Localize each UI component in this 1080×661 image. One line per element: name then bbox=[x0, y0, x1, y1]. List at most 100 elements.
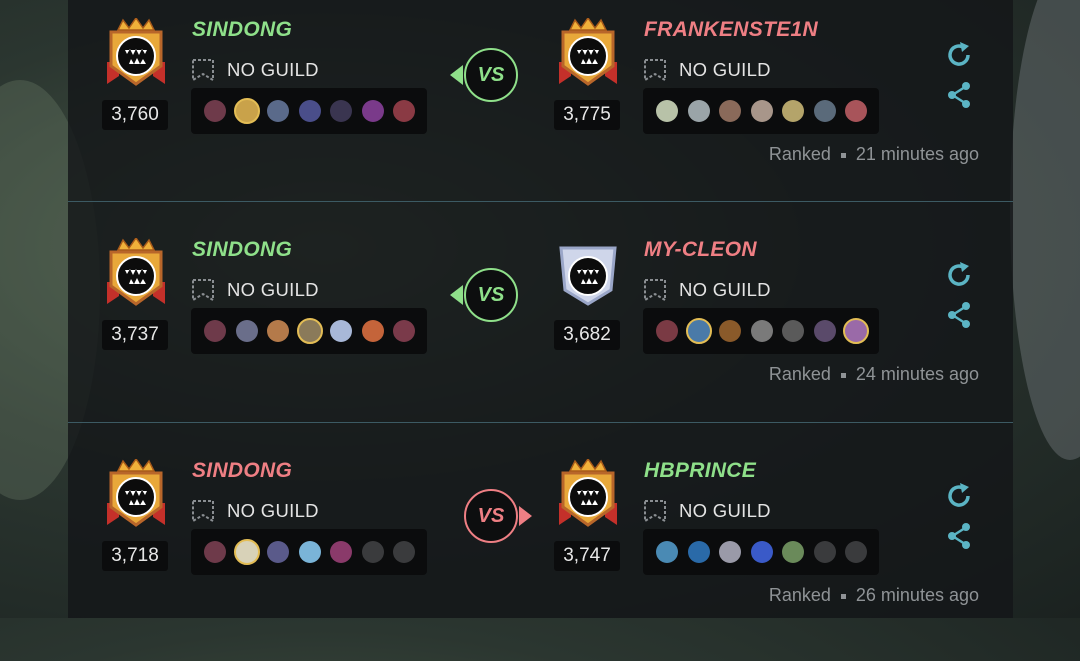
unit-card-icon[interactable] bbox=[687, 100, 710, 122]
player-name[interactable]: SINDONG bbox=[192, 18, 292, 42]
battle-row: 3,737 SINDONG NO GUILD 3,682 MY-CLEON NO GUIL… bbox=[68, 220, 1013, 440]
vs-indicator: VS bbox=[464, 48, 518, 102]
unit-card-icon[interactable] bbox=[687, 541, 710, 563]
unit-card-icon[interactable] bbox=[235, 320, 258, 342]
battle-row: 3,760 SINDONG NO GUILD 3,775 FRANKENSTE1N NO … bbox=[68, 0, 1013, 220]
replay-icon[interactable] bbox=[944, 40, 974, 70]
separator-dot bbox=[840, 152, 846, 158]
player-rating: 3,737 bbox=[102, 320, 168, 350]
guild-name: NO GUILD bbox=[227, 279, 319, 300]
unit-card-icon[interactable] bbox=[750, 320, 773, 342]
winner-arrow-icon bbox=[450, 65, 463, 85]
player-name[interactable]: MY-CLEON bbox=[644, 238, 757, 262]
player-name[interactable]: SINDONG bbox=[192, 459, 292, 483]
player-name[interactable]: FRANKENSTE1N bbox=[644, 18, 818, 42]
unit-card-icon[interactable] bbox=[267, 320, 289, 342]
unit-card-icon[interactable] bbox=[361, 100, 384, 122]
unit-card-icon[interactable] bbox=[719, 320, 741, 342]
unit-card-icon[interactable] bbox=[782, 100, 804, 122]
unit-card-icon[interactable] bbox=[782, 320, 804, 342]
unit-card-icon[interactable] bbox=[813, 320, 836, 342]
league-badge-icon bbox=[101, 18, 171, 88]
unit-card-icon[interactable] bbox=[298, 541, 321, 563]
guild-banner-icon bbox=[643, 58, 667, 82]
unit-card-icon[interactable] bbox=[845, 100, 867, 122]
share-icon[interactable] bbox=[944, 80, 974, 110]
replay-icon[interactable] bbox=[944, 481, 974, 511]
unit-card-icon[interactable] bbox=[330, 100, 352, 122]
player-guild: NO GUILD bbox=[643, 277, 771, 303]
vs-indicator: VS bbox=[464, 268, 518, 322]
battle-meta: Ranked 26 minutes ago bbox=[769, 585, 979, 606]
battle-meta: Ranked 24 minutes ago bbox=[769, 364, 979, 385]
player-name[interactable]: SINDONG bbox=[192, 238, 292, 262]
player-rating: 3,760 bbox=[102, 100, 168, 130]
player-guild: NO GUILD bbox=[191, 277, 319, 303]
unit-card-icon[interactable] bbox=[361, 320, 384, 342]
unit-card-icon[interactable] bbox=[782, 541, 804, 563]
unit-card-icon[interactable] bbox=[393, 320, 415, 342]
team-lineup[interactable] bbox=[643, 88, 879, 134]
unit-card-icon[interactable] bbox=[204, 320, 226, 342]
unit-card-icon[interactable] bbox=[656, 541, 678, 563]
team-lineup[interactable] bbox=[191, 88, 427, 134]
guild-banner-icon bbox=[191, 278, 215, 302]
battle-time: 26 minutes ago bbox=[855, 585, 979, 605]
separator-dot bbox=[840, 593, 846, 599]
battle-mode: Ranked bbox=[768, 585, 831, 605]
unit-card-icon[interactable] bbox=[719, 541, 741, 563]
vs-indicator: VS bbox=[464, 489, 518, 543]
league-badge-icon bbox=[101, 238, 171, 308]
player-name[interactable]: HBPRINCE bbox=[644, 459, 756, 483]
unit-card-icon[interactable] bbox=[750, 100, 773, 122]
league-badge-icon bbox=[553, 18, 623, 88]
guild-name: NO GUILD bbox=[679, 279, 771, 300]
unit-card-icon[interactable] bbox=[656, 100, 678, 122]
empty-unit-slot bbox=[845, 541, 867, 563]
empty-unit-slot bbox=[393, 541, 415, 563]
team-lineup[interactable] bbox=[643, 308, 879, 354]
player-guild: NO GUILD bbox=[191, 498, 319, 524]
player-rating: 3,747 bbox=[554, 541, 620, 571]
player-guild: NO GUILD bbox=[191, 57, 319, 83]
unit-card-icon[interactable] bbox=[204, 541, 226, 563]
unit-card-icon[interactable] bbox=[330, 541, 352, 563]
guild-banner-icon bbox=[643, 499, 667, 523]
guild-name: NO GUILD bbox=[227, 500, 319, 521]
battle-time: 24 minutes ago bbox=[855, 364, 979, 384]
battle-mode: Ranked bbox=[768, 144, 831, 164]
unit-card-icon[interactable] bbox=[813, 100, 836, 122]
team-lineup[interactable] bbox=[643, 529, 879, 575]
share-icon[interactable] bbox=[944, 521, 974, 551]
unit-card-icon[interactable] bbox=[750, 541, 773, 563]
guild-banner-icon bbox=[191, 58, 215, 82]
unit-card-icon[interactable] bbox=[233, 98, 260, 124]
team-lineup[interactable] bbox=[191, 308, 427, 354]
unit-card-icon[interactable] bbox=[685, 318, 712, 344]
share-icon[interactable] bbox=[944, 300, 974, 330]
guild-name: NO GUILD bbox=[679, 500, 771, 521]
empty-unit-slot bbox=[361, 541, 384, 563]
unit-card-icon[interactable] bbox=[204, 100, 226, 122]
replay-icon[interactable] bbox=[944, 260, 974, 290]
winner-arrow-icon bbox=[450, 285, 463, 305]
guild-banner-icon bbox=[191, 499, 215, 523]
battle-time: 21 minutes ago bbox=[855, 144, 979, 164]
unit-card-icon[interactable] bbox=[656, 320, 678, 342]
background-rock bbox=[1010, 0, 1080, 460]
battle-mode: Ranked bbox=[768, 364, 831, 384]
unit-card-icon[interactable] bbox=[843, 318, 869, 344]
player-rating: 3,718 bbox=[102, 541, 168, 571]
unit-card-icon[interactable] bbox=[233, 539, 260, 565]
team-lineup[interactable] bbox=[191, 529, 427, 575]
player-rating: 3,682 bbox=[554, 320, 620, 350]
unit-card-icon[interactable] bbox=[719, 100, 741, 122]
separator-dot bbox=[840, 372, 846, 378]
unit-card-icon[interactable] bbox=[298, 100, 321, 122]
unit-card-icon[interactable] bbox=[267, 541, 289, 563]
unit-card-icon[interactable] bbox=[296, 318, 323, 344]
league-badge-icon bbox=[553, 238, 623, 308]
unit-card-icon[interactable] bbox=[330, 320, 352, 342]
unit-card-icon[interactable] bbox=[393, 100, 415, 122]
unit-card-icon[interactable] bbox=[267, 100, 289, 122]
